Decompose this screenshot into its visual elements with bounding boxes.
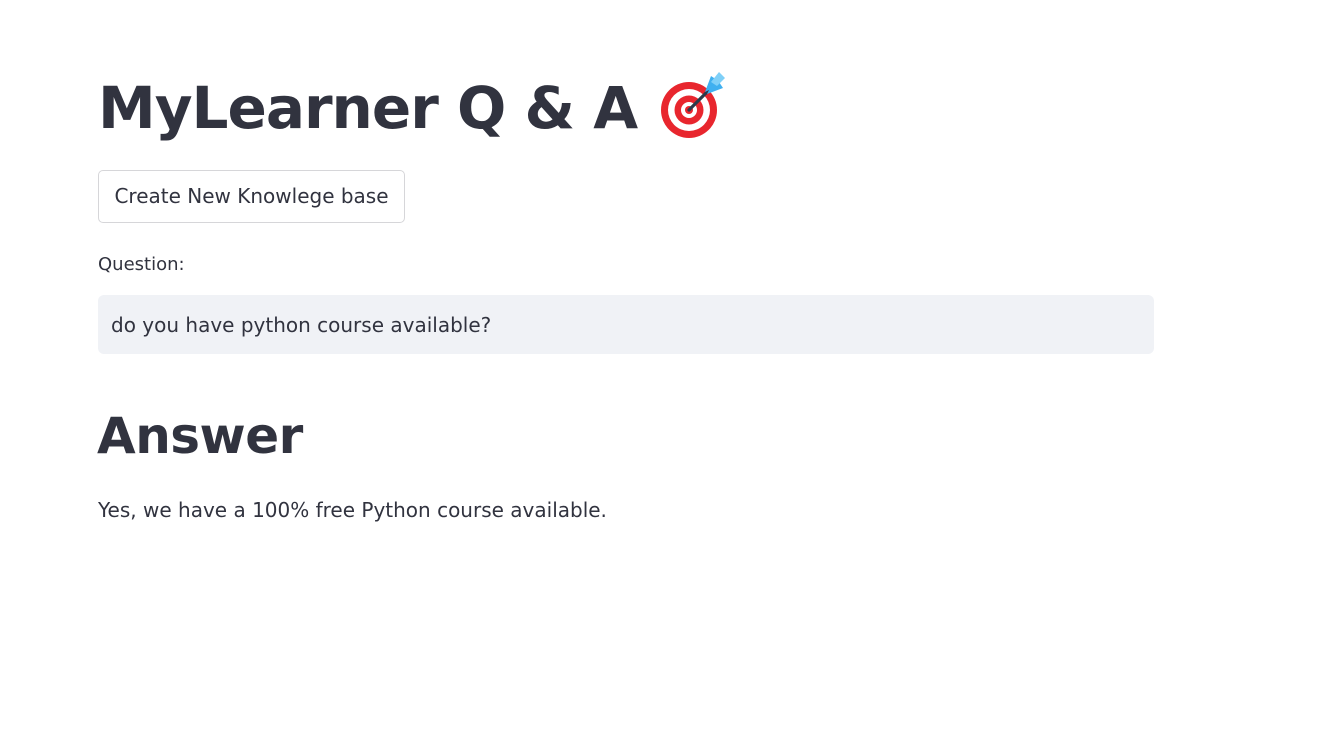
title-row: MyLearner Q & A — [98, 70, 729, 146]
direct-hit-target-icon — [659, 70, 729, 140]
question-label: Question: — [98, 254, 185, 275]
answer-heading: Answer — [97, 407, 303, 465]
question-input[interactable] — [98, 295, 1154, 354]
create-knowledge-base-button[interactable]: Create New Knowlege base — [98, 170, 405, 223]
page-title: MyLearner Q & A — [98, 74, 638, 142]
answer-text: Yes, we have a 100% free Python course a… — [98, 498, 607, 522]
